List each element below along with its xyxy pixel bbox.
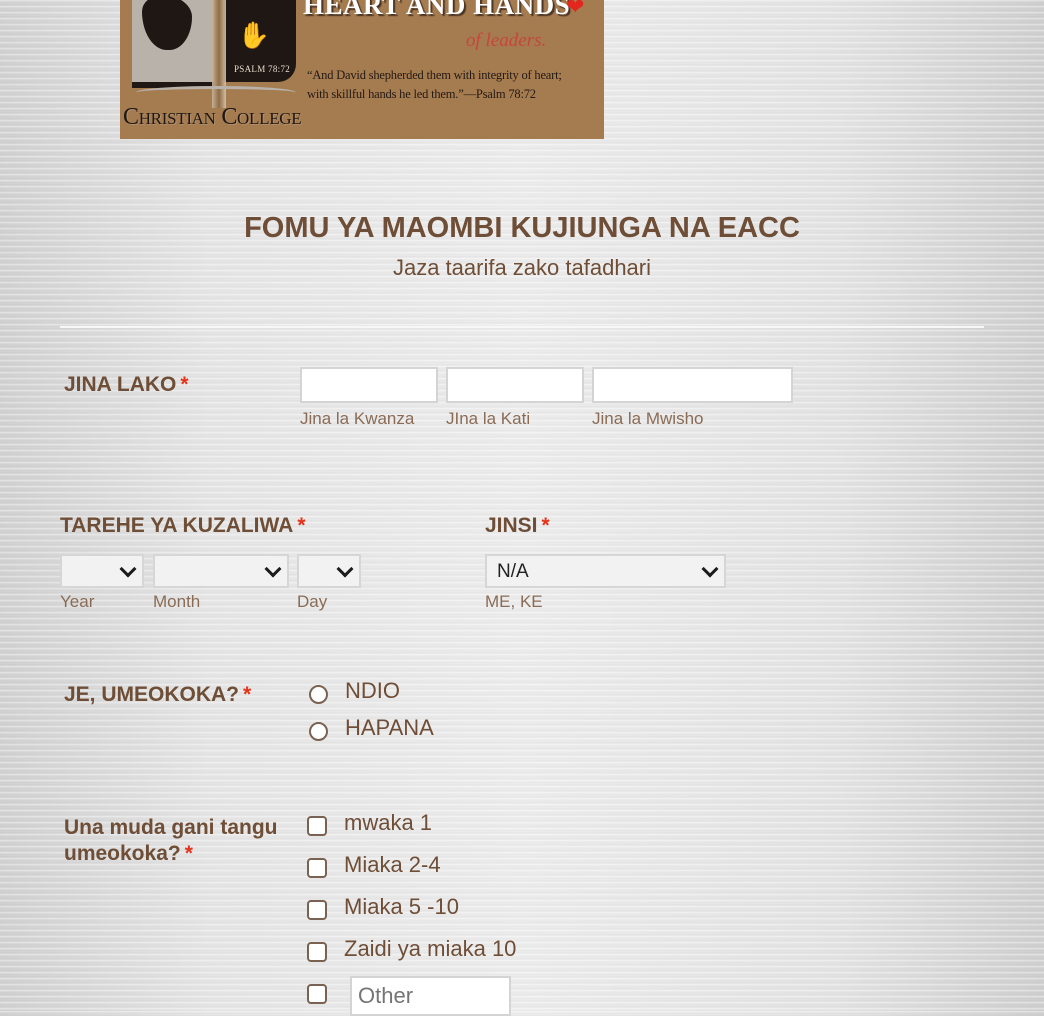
logo-headline: HEART AND HANDS xyxy=(303,0,571,20)
radio-ndio[interactable] xyxy=(309,685,328,704)
birth-year-select[interactable] xyxy=(60,554,144,588)
checkbox-miaka-2-4[interactable] xyxy=(307,858,327,878)
required-asterisk: * xyxy=(541,514,550,537)
other-option-input[interactable] xyxy=(350,976,511,1016)
saved-label-text: JE, UMEOKOKA? xyxy=(64,683,240,706)
required-asterisk: * xyxy=(243,683,252,706)
radio-ndio-label[interactable]: NDIO xyxy=(345,678,400,704)
birth-year-sublabel: Year xyxy=(60,592,95,611)
name-field-label: JINA LAKO * xyxy=(64,373,189,397)
checkbox-miaka-5-10-label[interactable]: Miaka 5 -10 xyxy=(344,894,459,920)
birth-month-select[interactable] xyxy=(153,554,289,588)
middle-name-sublabel: JIna la Kati xyxy=(446,409,531,428)
chevron-down-icon xyxy=(701,560,719,578)
saved-field-label: JE, UMEOKOKA? * xyxy=(64,683,251,707)
first-name-input[interactable] xyxy=(300,367,438,403)
birth-day-select[interactable] xyxy=(297,554,361,588)
college-logo-banner: ✋ PSALM 78:72 Christian College HEART AN… xyxy=(120,0,604,139)
logo-quote-line2: with skillful hands he led them.”—Psalm … xyxy=(307,87,536,101)
gender-select[interactable]: N/A xyxy=(485,554,726,588)
checkbox-miaka-2-4-label[interactable]: Miaka 2-4 xyxy=(344,852,441,878)
gender-sublabel: ME, KE xyxy=(485,592,543,611)
checkbox-zaidi-ya-miaka-10-label[interactable]: Zaidi ya miaka 10 xyxy=(344,936,516,962)
checkbox-zaidi-ya-miaka-10[interactable] xyxy=(307,942,327,962)
required-asterisk: * xyxy=(184,842,193,865)
middle-name-input[interactable] xyxy=(446,367,584,403)
logo-quote: “And David shepherded them with integrit… xyxy=(307,66,604,104)
gender-label-text: JINSI xyxy=(485,514,538,537)
chevron-down-icon xyxy=(264,560,282,578)
name-label-text: JINA LAKO xyxy=(64,373,177,396)
last-name-input[interactable] xyxy=(592,367,793,403)
gender-field-label: JINSI * xyxy=(485,514,550,538)
last-name-sublabel: Jina la Mwisho xyxy=(592,409,704,428)
book-pages xyxy=(136,86,296,99)
psalm-badge: PSALM 78:72 xyxy=(234,64,291,74)
checkbox-miaka-5-10[interactable] xyxy=(307,900,327,920)
duration-label-line1: Una muda gani tangu xyxy=(64,816,278,839)
birthdate-label-text: TAREHE YA KUZALIWA xyxy=(60,514,294,537)
checkbox-other[interactable] xyxy=(307,984,327,1004)
duration-label-line2: umeokoka? * xyxy=(64,841,278,867)
logo-tagline: of leaders. xyxy=(466,30,547,51)
form-subtitle: Jaza taarifa zako tafadhari xyxy=(392,255,652,280)
hands-heart-icon: ✋ xyxy=(237,20,271,50)
gender-select-value: N/A xyxy=(497,561,529,582)
chevron-down-icon xyxy=(119,560,137,578)
birth-day-sublabel: Day xyxy=(297,592,328,611)
duration-label-line2-text: umeokoka? xyxy=(64,842,181,865)
required-asterisk: * xyxy=(297,514,306,537)
college-name: Christian College xyxy=(123,104,302,130)
logo-quote-line1: “And David shepherded them with integrit… xyxy=(307,68,562,82)
duration-field-label: Una muda gani tangu umeokoka? * xyxy=(64,815,278,867)
checkbox-mwaka-1-label[interactable]: mwaka 1 xyxy=(344,810,432,836)
form-title: FOMU YA MAOMBI KUJIUNGA NA EACC xyxy=(244,212,800,244)
checkbox-mwaka-1[interactable] xyxy=(307,816,327,836)
radio-hapana[interactable] xyxy=(309,722,328,741)
header-divider xyxy=(60,326,984,328)
chevron-down-icon xyxy=(336,560,354,578)
required-asterisk: * xyxy=(180,373,189,396)
first-name-sublabel: Jina la Kwanza xyxy=(300,409,415,428)
heart-icon: ❤ xyxy=(566,0,585,19)
birthdate-field-label: TAREHE YA KUZALIWA * xyxy=(60,514,306,538)
radio-hapana-label[interactable]: HAPANA xyxy=(345,715,434,741)
birth-month-sublabel: Month xyxy=(153,592,201,611)
